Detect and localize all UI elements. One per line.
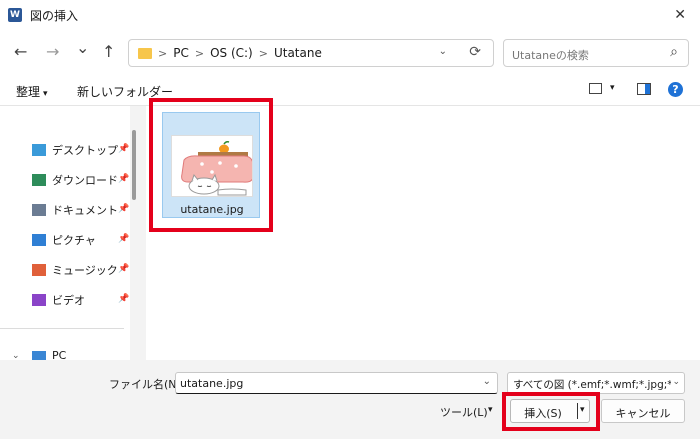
highlight-box-file — [149, 98, 273, 232]
refresh-icon[interactable]: ⟳ — [469, 44, 481, 60]
sidebar-item-pictures[interactable]: ピクチャ — [32, 230, 96, 250]
highlight-box-insert — [502, 392, 600, 431]
sidebar-item-music[interactable]: ミュージック — [32, 260, 118, 280]
pin-icon[interactable]: 📌 — [118, 204, 129, 214]
search-placeholder: Utataneの検索 — [512, 49, 589, 62]
address-bar[interactable]: > PC > OS (C:) > Utatane ⌄ ⟳ — [128, 39, 494, 67]
filename-label: ファイル名(N): — [109, 378, 185, 391]
breadcrumb-utatane[interactable]: Utatane — [274, 46, 322, 60]
pin-icon[interactable]: 📌 — [118, 144, 129, 154]
sidebar-item-video[interactable]: ビデオ — [32, 290, 85, 310]
video-icon — [32, 294, 46, 306]
pin-icon[interactable]: 📌 — [118, 174, 129, 184]
document-icon — [32, 204, 46, 216]
filename-input[interactable]: utatane.jpg ⌄ — [175, 372, 498, 394]
sidebar-item-download[interactable]: ダウンロード — [32, 170, 118, 190]
pin-icon[interactable]: 📌 — [118, 294, 129, 304]
download-icon — [32, 174, 46, 186]
breadcrumb-separator: > — [158, 46, 168, 60]
filetype-select[interactable]: すべての図 (*.emf;*.wmf;*.jpg;*.jp ⌄ — [507, 372, 685, 394]
sidebar-item-label: ミュージック — [52, 264, 118, 277]
search-box[interactable]: Utataneの検索 ⌕ — [503, 39, 689, 67]
cancel-button[interactable]: キャンセル — [601, 399, 685, 423]
breadcrumb-separator: > — [194, 46, 205, 60]
command-bar: 整理 ▾ 新しいフォルダー ▾ ? — [0, 74, 700, 106]
address-dropdown-icon[interactable]: ⌄ — [439, 46, 447, 57]
filename-value: utatane.jpg — [180, 377, 244, 390]
sidebar-item-label: ダウンロード — [52, 174, 118, 187]
help-icon[interactable]: ? — [668, 82, 683, 97]
window-title: 図の挿入 — [30, 8, 79, 23]
filename-dropdown-icon[interactable]: ⌄ — [483, 376, 491, 387]
pin-icon[interactable]: 📌 — [118, 264, 129, 274]
organize-button[interactable]: 整理 ▾ — [16, 83, 48, 100]
forward-button[interactable]: → — [46, 42, 59, 61]
organize-caret-icon: ▾ — [43, 89, 48, 99]
filetype-dropdown-icon[interactable]: ⌄ — [672, 377, 680, 387]
up-button[interactable]: ↑ — [102, 42, 115, 61]
sidebar-item-label: ドキュメント — [52, 204, 118, 217]
sidebar-scrollbar[interactable] — [132, 130, 136, 200]
breadcrumb-drive[interactable]: OS (C:) — [210, 46, 253, 60]
breadcrumb-pc[interactable]: PC — [173, 46, 189, 60]
desktop-icon — [32, 144, 46, 156]
filetype-value: すべての図 (*.emf;*.wmf;*.jpg;*.jp — [513, 379, 671, 391]
sidebar-divider — [0, 328, 124, 329]
view-caret-icon[interactable]: ▾ — [610, 83, 615, 93]
sidebar-item-document[interactable]: ドキュメント — [32, 200, 118, 220]
sidebar-item-label: ピクチャ — [52, 234, 96, 247]
pictures-icon — [32, 234, 46, 246]
close-button[interactable]: ✕ — [674, 7, 686, 23]
title-bar: W 図の挿入 ✕ — [0, 0, 700, 30]
word-app-icon: W — [8, 8, 22, 22]
music-icon — [32, 264, 46, 276]
back-button[interactable]: ← — [14, 42, 27, 61]
pin-icon[interactable]: 📌 — [118, 234, 129, 244]
navigation-pane: デスクトップ 📌 ダウンロード 📌 ドキュメント 📌 ピクチャ 📌 ミュージック 📌 ビデオ 📌 ⌄ … — [0, 106, 130, 362]
view-icon[interactable] — [589, 83, 602, 94]
recent-locations-button[interactable]: ⌄ — [76, 38, 89, 57]
sidebar-item-label: ビデオ — [52, 294, 85, 307]
organize-label: 整理 — [16, 85, 41, 99]
tools-caret-icon[interactable]: ▾ — [488, 405, 493, 415]
search-icon[interactable]: ⌕ — [670, 44, 678, 60]
tools-button[interactable]: ツール(L) — [440, 404, 488, 420]
navigation-bar: ← → ⌄ ↑ > PC > OS (C:) > Utatane ⌄ ⟳ Uta… — [0, 30, 700, 74]
folder-icon — [138, 47, 152, 59]
preview-pane-icon[interactable] — [637, 83, 651, 95]
breadcrumb-separator: > — [258, 46, 268, 60]
sidebar-item-desktop[interactable]: デスクトップ — [32, 140, 118, 160]
sidebar-item-label: デスクトップ — [52, 144, 118, 157]
